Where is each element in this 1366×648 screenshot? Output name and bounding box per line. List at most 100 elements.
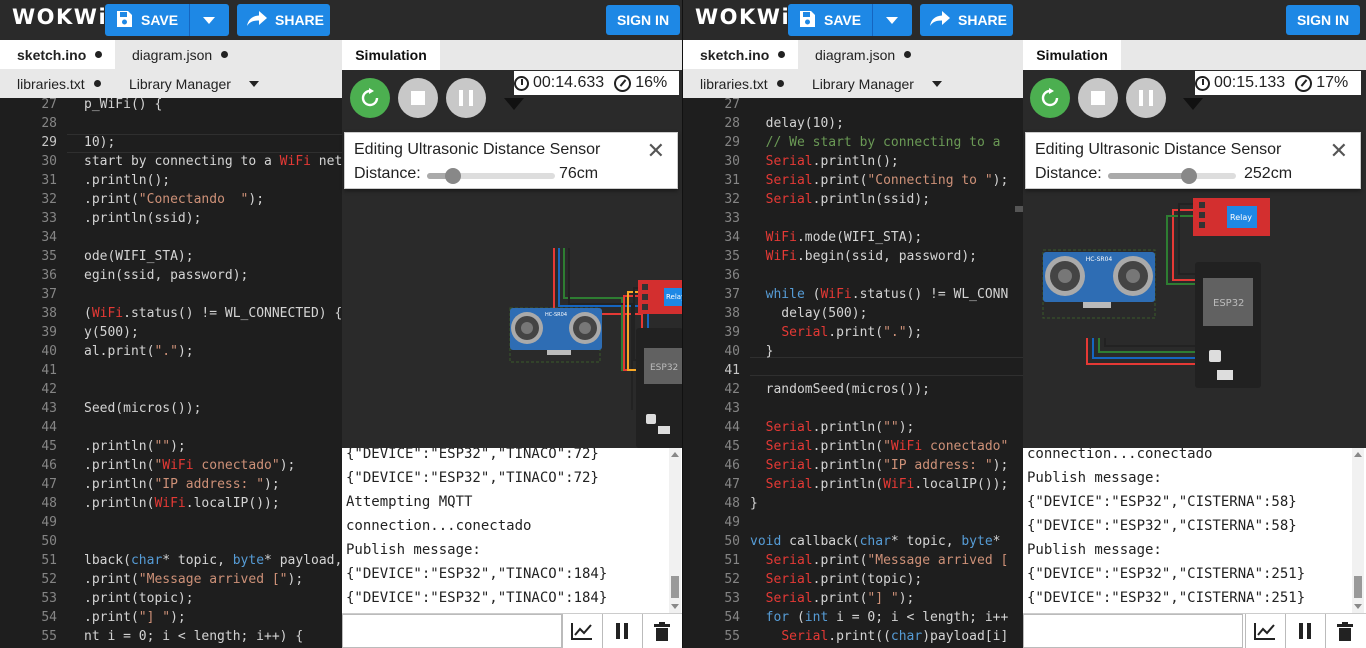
line-gutter: 27 28 29 30 31 32 33 34 35 36 37 38 39 40 41 42 43 44 45 46… <box>0 98 67 648</box>
line-number: 41 <box>41 363 57 378</box>
tab-simulation[interactable]: Simulation <box>1023 40 1121 70</box>
chevron-down-icon[interactable] <box>886 17 898 24</box>
share-label: SHARE <box>958 12 1008 28</box>
save-label: SAVE <box>824 12 862 28</box>
serial-line: {"DEVICE":"ESP32","CISTERNA":251} <box>1027 566 1306 582</box>
sign-in-button[interactable]: SIGN IN <box>1286 5 1360 35</box>
line-number: 48 <box>724 496 740 511</box>
serial-input[interactable] <box>342 614 562 648</box>
share-button[interactable]: SHARE <box>237 4 330 36</box>
simulation-canvas[interactable]: 00:14.633 16% Editing Ultrasonic Distanc… <box>342 70 682 448</box>
tab-diagram-json[interactable]: diagram.json <box>798 40 928 69</box>
clear-button[interactable] <box>1325 614 1364 648</box>
line-number: 44 <box>724 420 740 435</box>
pause-icon <box>1299 623 1311 639</box>
code-line: } <box>750 496 758 511</box>
code-line: while (WiFi.status() != WL_CONN <box>765 287 1009 302</box>
line-number: 42 <box>724 382 740 397</box>
code-editor[interactable]: 27 28 29 30 31 32 33 34 35 36 37 38 39 40 41 42 43 44 45 46… <box>683 98 1023 648</box>
save-button[interactable]: SAVE <box>788 4 912 36</box>
tab-library-manager[interactable]: Library Manager <box>795 69 955 98</box>
code-line: start by connecting to a WiFi netw <box>84 154 342 169</box>
wokwi-window-1: WOKWi SAVE SHARE SIGN IN sketch.ino diag… <box>0 0 682 648</box>
serial-line: Publish message: <box>1027 542 1162 558</box>
plotter-button[interactable] <box>1245 614 1284 648</box>
editor-tabs: sketch.ino diagram.json libraries.txt Li… <box>683 40 1023 98</box>
line-number: 33 <box>724 211 740 226</box>
line-number: 35 <box>41 249 57 264</box>
relay-module[interactable]: Relay <box>1193 198 1270 236</box>
tab-sketch-ino[interactable]: sketch.ino <box>683 40 798 69</box>
line-number: 53 <box>41 591 57 606</box>
serial-monitor[interactable]: {"DEVICE":"ESP32","TINACO":72} {"DEVICE":… <box>342 448 682 613</box>
pause-icon <box>616 623 628 639</box>
serial-input[interactable] <box>1023 614 1243 648</box>
wokwi-logo[interactable]: WOKWi <box>12 5 107 29</box>
code-line: Serial.print(topic); <box>765 572 923 587</box>
chevron-down-icon[interactable] <box>203 17 215 24</box>
line-number: 27 <box>41 98 57 112</box>
code-line: Seed(micros()); <box>84 401 202 416</box>
sensor-label: HC-SR04 <box>545 312 567 318</box>
serial-pause-button[interactable] <box>1285 614 1324 648</box>
unsaved-dot-icon <box>93 80 101 87</box>
sign-in-button[interactable]: SIGN IN <box>606 5 680 35</box>
code-line: .println("WiFi conectado"); <box>84 458 296 473</box>
code-line: Serial.println("WiFi conectado" <box>765 439 1009 454</box>
trash-icon <box>654 621 670 641</box>
serial-line: {"DEVICE":"ESP32","TINACO":72} <box>346 448 599 462</box>
serial-line: Attempting MQTT <box>346 494 473 510</box>
code-line: Serial.println(""); <box>765 420 915 435</box>
code-line: } <box>750 344 774 359</box>
scroll-down-icon <box>1354 604 1362 609</box>
share-arrow-icon <box>247 10 267 30</box>
serial-line: {"DEVICE":"ESP32","CISTERNA":58} <box>1027 518 1297 534</box>
simulation-canvas[interactable]: 00:15.133 17% Editing Ultrasonic Distanc… <box>1023 70 1366 448</box>
serial-scrollbar[interactable] <box>1352 448 1364 613</box>
esp32-board[interactable]: ESP32 <box>1195 262 1261 388</box>
code-line: Serial.println(ssid); <box>765 192 931 207</box>
line-number: 43 <box>724 401 740 416</box>
code-line: .print("Conectando "); <box>84 192 265 207</box>
unsaved-dot-icon <box>776 80 784 87</box>
editor-scrollbar[interactable] <box>1015 206 1023 212</box>
save-button[interactable]: SAVE <box>105 4 229 36</box>
line-number: 37 <box>41 287 57 302</box>
line-number: 30 <box>724 154 740 169</box>
ultrasonic-sensor[interactable]: HC-SR04 <box>509 307 602 363</box>
code-line: .println(WiFi.localIP()); <box>84 496 280 511</box>
save-label: SAVE <box>141 12 179 28</box>
code-editor[interactable]: 27 28 29 30 31 32 33 34 35 36 37 38 39 40 41 42 43 44 45 46… <box>0 98 342 648</box>
wokwi-logo[interactable]: WOKWi <box>695 5 790 29</box>
code-line: Serial.print((char)payload[i] <box>781 629 1009 644</box>
wokwi-window-2: WOKWi SAVE SHARE SIGN IN sketch.ino diag… <box>683 0 1366 648</box>
line-number: 41 <box>724 363 740 378</box>
serial-line: Publish message: <box>346 542 481 558</box>
tab-libraries-txt[interactable]: libraries.txt <box>0 69 110 98</box>
serial-monitor[interactable]: connection...conectado Publish message: {"… <box>1023 448 1366 613</box>
line-number: 45 <box>724 439 740 454</box>
line-number: 33 <box>41 211 57 226</box>
plotter-button[interactable] <box>562 614 601 648</box>
serial-line: {"DEVICE":"ESP32","TINACO":72} <box>346 470 599 486</box>
ultrasonic-sensor[interactable]: HC-SR04 <box>1042 249 1156 319</box>
serial-pause-button[interactable] <box>602 614 641 648</box>
code-line: Serial.println("IP address: "); <box>765 458 1009 473</box>
serial-line: {"DEVICE":"ESP32","TINACO":184} <box>346 566 608 582</box>
line-number: 50 <box>724 534 740 549</box>
line-number: 29 <box>724 135 740 150</box>
esp32-board[interactable]: ESP32 <box>636 328 682 448</box>
line-number: 49 <box>724 515 740 530</box>
tab-simulation[interactable]: Simulation <box>342 40 440 70</box>
tab-library-manager[interactable]: Library Manager <box>112 69 272 98</box>
clear-button[interactable] <box>642 614 681 648</box>
tab-sketch-ino[interactable]: sketch.ino <box>0 40 115 69</box>
line-number: 28 <box>724 116 740 131</box>
serial-scrollbar[interactable] <box>669 448 681 613</box>
editor-tabs: sketch.ino diagram.json libraries.txt Li… <box>0 40 342 98</box>
share-button[interactable]: SHARE <box>920 4 1013 36</box>
tab-libraries-txt[interactable]: libraries.txt <box>683 69 793 98</box>
relay-module[interactable]: Relay <box>638 280 682 314</box>
line-number: 35 <box>724 249 740 264</box>
tab-diagram-json[interactable]: diagram.json <box>115 40 245 69</box>
